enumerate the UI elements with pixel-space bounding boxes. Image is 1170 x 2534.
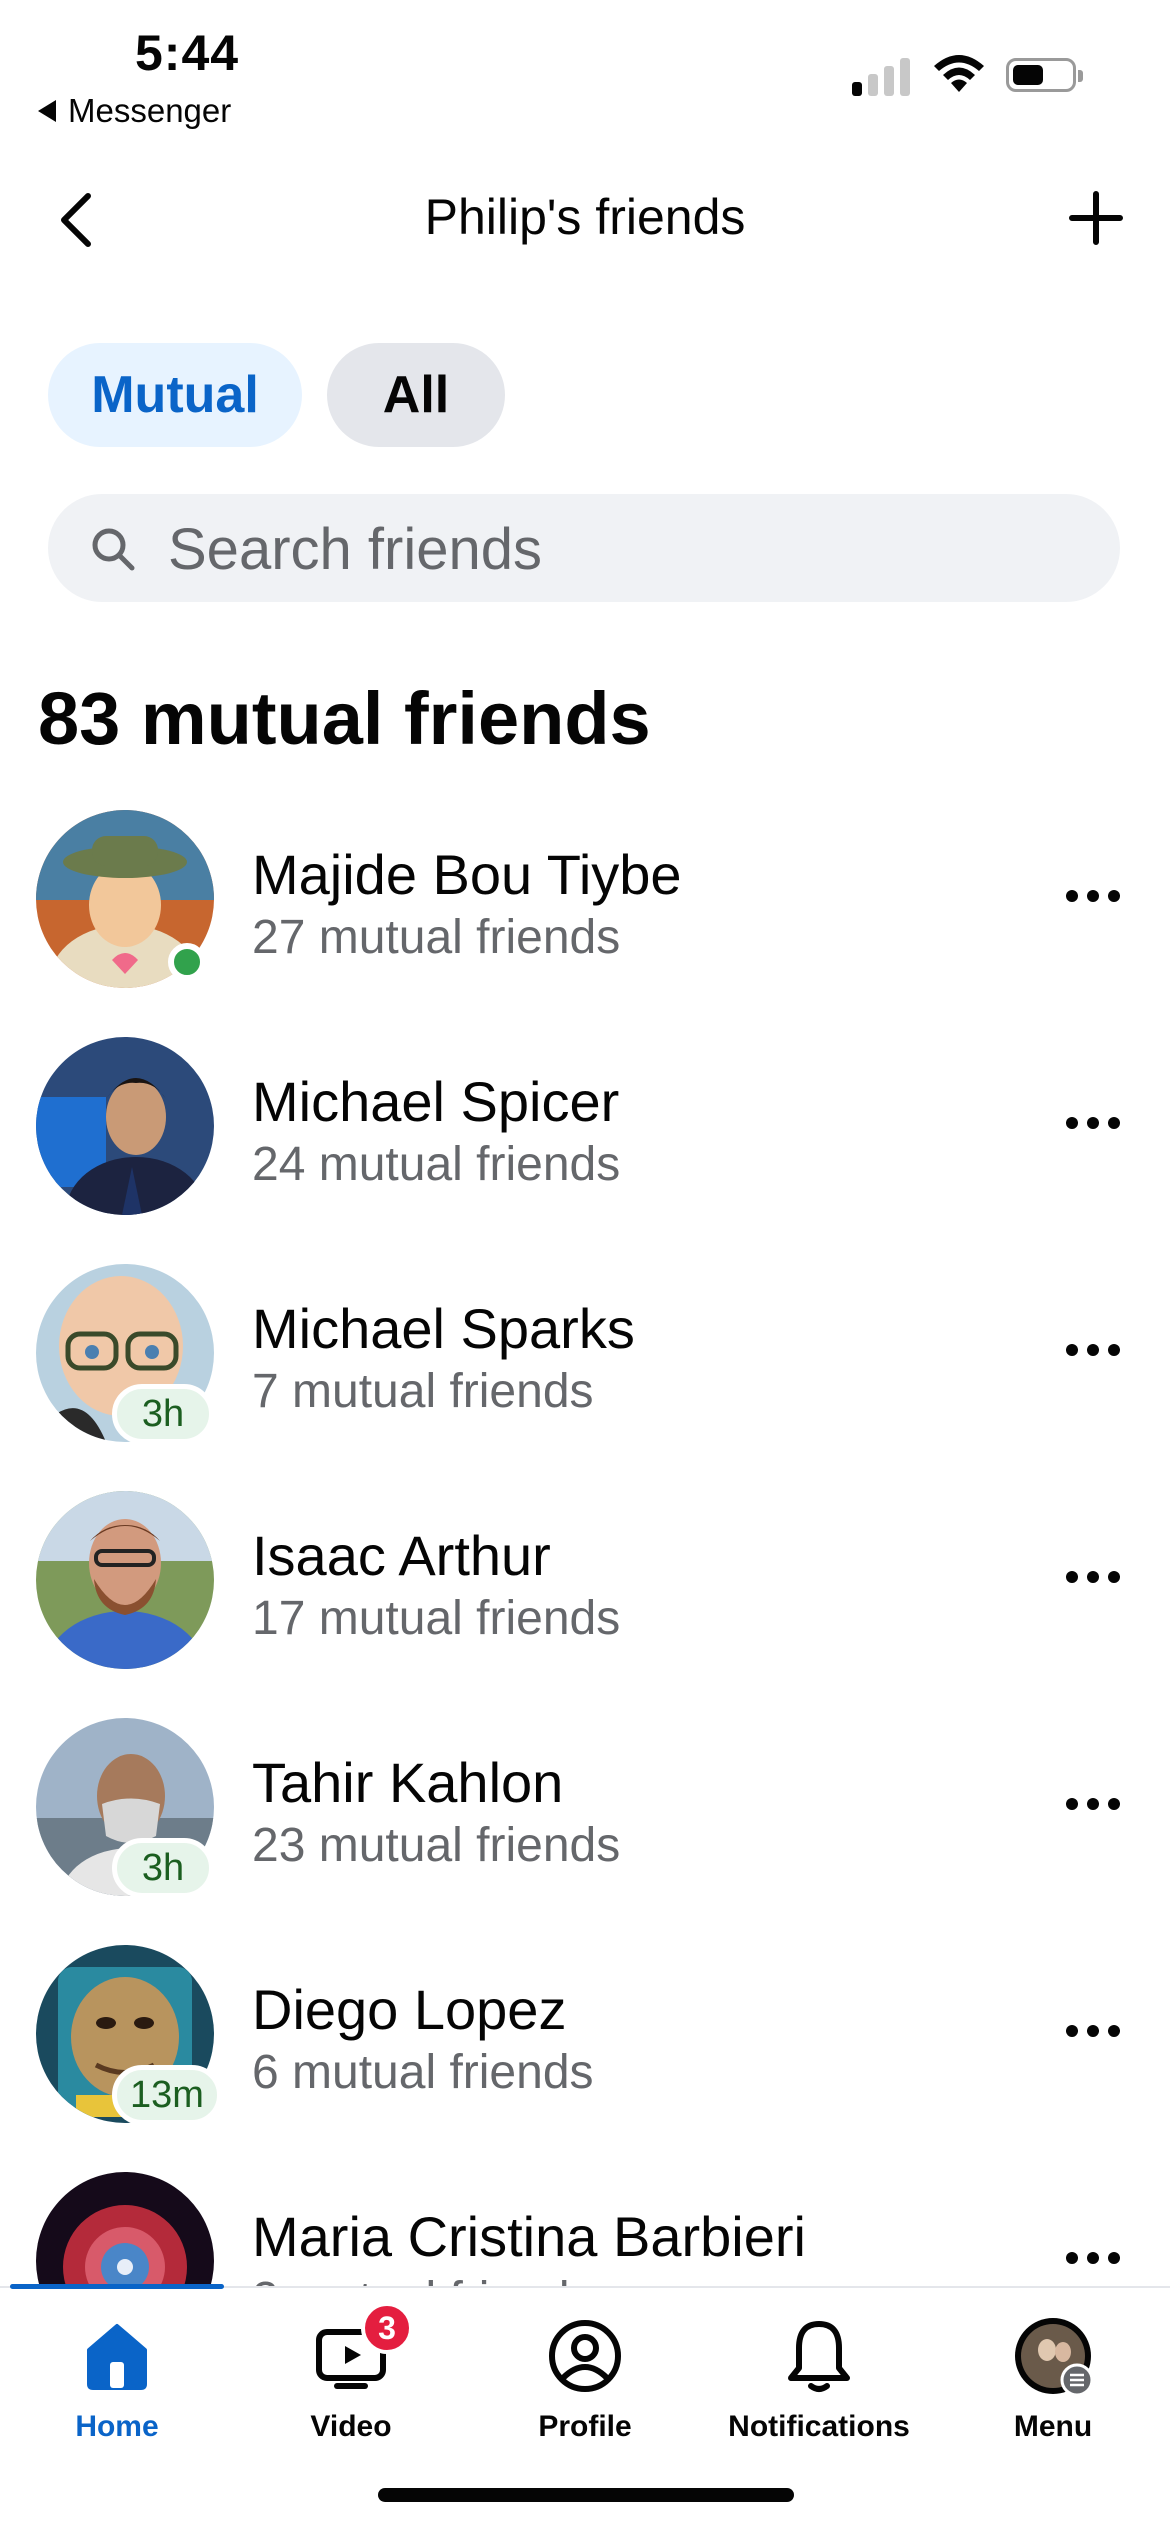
friend-name[interactable]: Tahir Kahlon — [252, 1750, 563, 1815]
friend-row[interactable]: 13m Diego Lopez 6 mutual friends — [0, 1945, 1170, 2172]
profile-icon — [549, 2320, 621, 2392]
active-tab-indicator — [10, 2284, 224, 2289]
friend-mutual-count: 7 mutual friends — [252, 1365, 594, 1418]
avatar[interactable] — [36, 1037, 214, 1215]
friend-name[interactable]: Isaac Arthur — [252, 1523, 551, 1588]
more-options-icon[interactable] — [1066, 1798, 1120, 1810]
home-indicator — [378, 2488, 794, 2502]
tab-mutual[interactable]: Mutual — [48, 343, 302, 447]
more-options-icon[interactable] — [1066, 2252, 1120, 2264]
tab-menu-label: Menu — [1013, 2410, 1093, 2443]
video-notification-badge: 3 — [361, 2302, 413, 2354]
tab-video[interactable]: 3 Video — [234, 2302, 468, 2444]
friend-name[interactable]: Diego Lopez — [252, 1977, 566, 2042]
search-bar[interactable] — [48, 494, 1120, 604]
more-options-icon[interactable] — [1066, 1571, 1120, 1583]
status-time: 5:44 — [135, 25, 240, 81]
friend-row[interactable]: 3h Michael Sparks 7 mutual friends — [0, 1264, 1170, 1491]
friend-name[interactable]: Majide Bou Tiybe — [252, 842, 682, 907]
cellular-signal-icon — [852, 58, 910, 96]
friend-row[interactable]: 3h Tahir Kahlon 23 mutual friends — [0, 1718, 1170, 1945]
back-app-label: Messenger — [68, 92, 232, 129]
more-options-icon[interactable] — [1066, 2025, 1120, 2037]
friend-name[interactable]: Michael Sparks — [252, 1296, 635, 1361]
battery-icon — [1006, 58, 1083, 92]
friend-row[interactable]: Majide Bou Tiybe 27 mutual friends — [0, 810, 1170, 1037]
mutual-friends-count: 83 mutual friends — [38, 677, 651, 760]
friend-row[interactable]: Isaac Arthur 17 mutual friends — [0, 1491, 1170, 1718]
last-active-badge: 3h — [112, 1384, 214, 1444]
menu-avatar-icon — [1015, 2318, 1094, 2397]
home-icon — [87, 2324, 147, 2390]
tab-menu[interactable]: Menu — [936, 2316, 1170, 2444]
wifi-icon — [934, 55, 984, 92]
last-active-badge: 13m — [112, 2065, 222, 2125]
friend-mutual-count: 24 mutual friends — [252, 1138, 621, 1191]
more-options-icon[interactable] — [1066, 1117, 1120, 1129]
tab-home[interactable]: Home — [0, 2316, 234, 2444]
tab-home-label: Home — [75, 2410, 159, 2443]
friend-name[interactable]: Maria Cristina Barbieri — [252, 2204, 806, 2269]
friend-mutual-count: 6 mutual friends — [252, 2046, 594, 2099]
friend-row[interactable]: Michael Spicer 24 mutual friends — [0, 1037, 1170, 1264]
search-icon — [92, 528, 135, 571]
back-triangle-icon — [38, 100, 56, 122]
tab-profile-label: Profile — [538, 2410, 632, 2443]
bottom-tab-bar: Home 3 Video Profile Notifications Menu — [0, 2284, 1170, 2534]
bell-icon — [788, 2321, 850, 2392]
add-friend-plus-icon[interactable] — [1068, 190, 1124, 246]
more-options-icon[interactable] — [1066, 1344, 1120, 1356]
tab-notifications[interactable]: Notifications — [702, 2316, 936, 2444]
tab-notifications-label: Notifications — [728, 2410, 910, 2443]
friend-mutual-count: 27 mutual friends — [252, 911, 621, 964]
tab-profile[interactable]: Profile — [468, 2316, 702, 2444]
friend-mutual-count: 17 mutual friends — [252, 1592, 621, 1645]
search-input[interactable] — [166, 494, 1070, 604]
page-title: Philip's friends — [424, 189, 746, 245]
last-active-badge: 3h — [112, 1838, 214, 1898]
avatar[interactable] — [36, 1491, 214, 1669]
tab-all[interactable]: All — [327, 343, 505, 447]
friend-name[interactable]: Michael Spicer — [252, 1069, 619, 1134]
tab-video-label: Video — [310, 2410, 392, 2443]
online-status-dot — [168, 943, 206, 981]
back-to-app-link[interactable]: Messenger — [38, 92, 231, 130]
friend-mutual-count: 23 mutual friends — [252, 1819, 621, 1872]
more-options-icon[interactable] — [1066, 890, 1120, 902]
